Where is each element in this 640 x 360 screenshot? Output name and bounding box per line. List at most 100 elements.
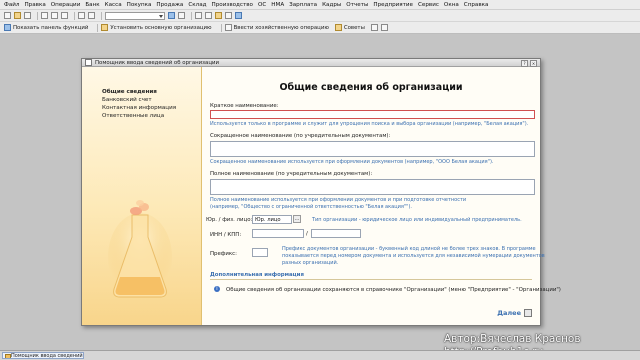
menu-reports[interactable]: Отчеты <box>346 2 368 8</box>
extra-info-text: Общие сведения об организации сохраняютс… <box>226 287 561 293</box>
menu-salary[interactable]: Зарплата <box>289 2 317 8</box>
toolbar-divider <box>74 11 75 20</box>
enter-operation-button[interactable]: Ввести хозяйственную операцию <box>224 24 329 31</box>
info-icon: i <box>214 286 220 292</box>
short-name-field[interactable] <box>210 110 535 119</box>
abbr-name-label: Сокращенное наименование (по учредительн… <box>210 133 391 139</box>
prefix-label: Префикс: <box>210 251 237 257</box>
undo-icon[interactable] <box>78 12 85 19</box>
help-icon[interactable]: ? <box>521 60 528 67</box>
menu-production[interactable]: Производство <box>212 2 253 8</box>
organization-icon <box>101 24 109 31</box>
short-name-hint: Используется только в программе и служит… <box>210 121 529 127</box>
toolbar-divider <box>220 23 222 32</box>
menu-hr[interactable]: Кадры <box>322 2 341 8</box>
menu-nma[interactable]: НМА <box>271 2 284 8</box>
nav-general-info[interactable]: Общие сведения <box>102 89 157 95</box>
dialog-title: Помощник ввода сведений об организации <box>95 59 219 66</box>
enter-operation-label: Ввести хозяйственную операцию <box>233 24 329 31</box>
flask-illustration-icon <box>108 200 172 301</box>
lightbulb-icon <box>334 24 342 31</box>
menu-cash[interactable]: Касса <box>105 2 122 8</box>
dialog-title-bar[interactable]: Помощник ввода сведений об организации ?… <box>82 59 540 67</box>
menu-enterprise[interactable]: Предприятие <box>373 2 413 8</box>
save-icon[interactable] <box>24 12 31 19</box>
section-divider <box>210 279 532 280</box>
paste-icon[interactable] <box>61 12 68 19</box>
menu-operations[interactable]: Операции <box>51 2 81 8</box>
page-title: Общие сведения об организации <box>279 82 463 93</box>
kpp-field[interactable] <box>311 229 361 238</box>
window-icon <box>85 59 92 66</box>
close-icon[interactable]: × <box>530 60 537 67</box>
panel-icon <box>4 24 11 31</box>
full-name-label: Полное наименование (по учредительным до… <box>210 171 373 177</box>
copy-icon[interactable] <box>51 12 58 19</box>
toolbar-divider <box>101 11 102 20</box>
nav-responsible-persons[interactable]: Ответственные лица <box>102 113 164 119</box>
function-toolbar: Показать панель функций Установить основ… <box>0 22 640 34</box>
inn-kpp-separator: / <box>306 231 308 237</box>
organization-wizard-dialog: Помощник ввода сведений об организации ?… <box>81 58 561 326</box>
menu-os[interactable]: ОС <box>258 2 266 8</box>
prefix-hint-line2: показывается перед номером документа и и… <box>282 253 545 259</box>
info-icon[interactable] <box>235 12 242 19</box>
find-next-icon[interactable] <box>178 12 185 19</box>
menu-bar: Файл Правка Операции Банк Касса Покупка … <box>0 0 640 10</box>
prefix-hint: Префикс документов организации - буквенн… <box>282 246 536 252</box>
menu-file[interactable]: Файл <box>4 2 19 8</box>
calendar-icon[interactable] <box>195 12 202 19</box>
nav-bank-account[interactable]: Банковский счет <box>102 97 152 103</box>
legal-type-hint: Тип организации - юридическое лицо или и… <box>312 217 522 223</box>
menu-windows[interactable]: Окна <box>444 2 459 8</box>
legal-type-select[interactable]: Юр. лицо <box>252 215 292 224</box>
taskbar-wizard-item[interactable]: Помощник ввода сведений... <box>2 352 84 359</box>
next-button[interactable]: Далее <box>497 309 532 317</box>
search-icon[interactable] <box>168 12 175 19</box>
new-document-icon[interactable] <box>4 12 11 19</box>
search-combo[interactable] <box>105 11 165 20</box>
redo-icon[interactable] <box>88 12 95 19</box>
toolbar-divider <box>37 11 38 20</box>
short-name-label: Краткое наименование: <box>210 103 279 109</box>
toolbar-extra-icon[interactable] <box>370 24 378 31</box>
tips-button[interactable]: Советы <box>334 24 365 31</box>
full-name-hint: Полное наименование используется при офо… <box>210 197 467 203</box>
menu-edit[interactable]: Правка <box>24 2 45 8</box>
menu-bank[interactable]: Банк <box>85 2 99 8</box>
print-icon[interactable] <box>225 12 232 19</box>
prefix-field[interactable] <box>252 248 268 257</box>
extra-info-title: Дополнительная информация <box>210 272 304 278</box>
set-main-organization-button[interactable]: Установить основную организацию <box>101 24 212 31</box>
wizard-content: Общие сведения об организации Краткое на… <box>202 67 561 325</box>
menu-purchase[interactable]: Покупка <box>127 2 152 8</box>
author-watermark: Автор:Вячеслав Краснов <box>444 333 581 345</box>
toolbar-extra-icon[interactable] <box>380 24 388 31</box>
menu-sales[interactable]: Продажа <box>156 2 183 8</box>
wizard-navigation: Общие сведения Банковский счет Контактна… <box>82 67 202 325</box>
legal-type-value: Юр. лицо <box>255 217 281 223</box>
legal-type-choose-button[interactable]: … <box>293 215 301 223</box>
main-toolbar <box>0 10 640 22</box>
menu-warehouse[interactable]: Склад <box>188 2 206 8</box>
full-name-hint-example: (например, "Общество с ограниченной отве… <box>210 204 412 210</box>
show-function-panel-button[interactable]: Показать панель функций <box>4 24 88 31</box>
full-name-field[interactable] <box>210 179 535 195</box>
legal-type-label: Юр. / физ. лицо: <box>206 217 253 223</box>
operation-icon <box>224 24 232 31</box>
inn-field[interactable] <box>252 229 304 238</box>
menu-help[interactable]: Справка <box>464 2 489 8</box>
abbr-name-hint: Сокращенное наименование используется пр… <box>210 159 494 165</box>
help-book-icon[interactable] <box>215 12 222 19</box>
open-folder-icon[interactable] <box>14 12 21 19</box>
chevron-right-icon <box>524 309 532 317</box>
show-function-panel-label: Показать панель функций <box>13 24 89 31</box>
toolbar-divider <box>97 23 99 32</box>
cut-icon[interactable] <box>41 12 48 19</box>
nav-contact-info[interactable]: Контактная информация <box>102 105 176 111</box>
calculator-icon[interactable] <box>205 12 212 19</box>
menu-service[interactable]: Сервис <box>418 2 439 8</box>
window-taskbar: Помощник ввода сведений... <box>0 350 640 360</box>
next-button-label: Далее <box>497 309 521 317</box>
abbr-name-field[interactable] <box>210 141 535 157</box>
